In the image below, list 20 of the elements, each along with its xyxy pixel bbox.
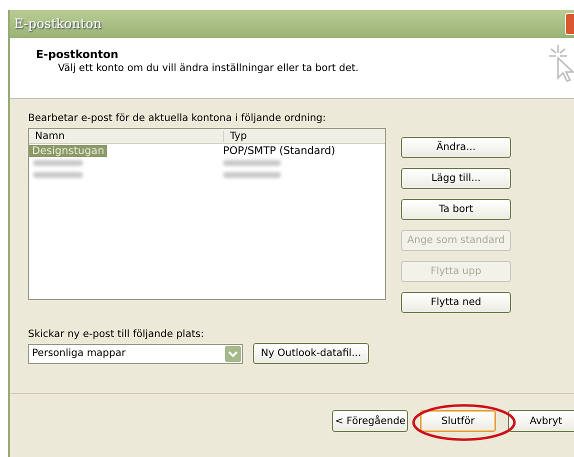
blurred-text — [223, 172, 281, 178]
account-type: POP/SMTP (Standard) — [223, 144, 336, 156]
new-data-file-button[interactable]: Ny Outlook-datafil... — [253, 343, 369, 364]
window-title: E-postkonton — [13, 16, 102, 32]
list-caption: Bearbetar e-post för de aktuella kontona i följande ordning: — [28, 113, 327, 124]
wizard-button[interactable]: Slutför — [420, 410, 496, 432]
column-header[interactable]: Namn — [29, 130, 224, 142]
header-subtitle: Välj ett konto om du vill ändra inställningar eller ta bort det. — [57, 63, 359, 74]
account-action-button[interactable]: Ta bort — [401, 199, 511, 220]
dropdown-value: Personliga mappar — [32, 348, 126, 359]
account-action-button[interactable]: Ändra... — [401, 137, 511, 158]
delivery-dropdown[interactable]: Personliga mappar — [28, 344, 243, 364]
account-action-button[interactable]: Lägg till... — [401, 168, 511, 189]
delivery-label: Skickar ny e-post till följande plats: — [28, 329, 205, 340]
wizard-button[interactable]: < Föregående — [332, 410, 408, 432]
column-header[interactable]: Typ — [224, 130, 247, 142]
wizard-button[interactable]: Avbryt — [508, 410, 574, 432]
blurred-text — [223, 160, 281, 166]
account-action-button[interactable]: Flytta ned — [401, 292, 511, 313]
header-title: E-postkonton — [36, 48, 120, 61]
